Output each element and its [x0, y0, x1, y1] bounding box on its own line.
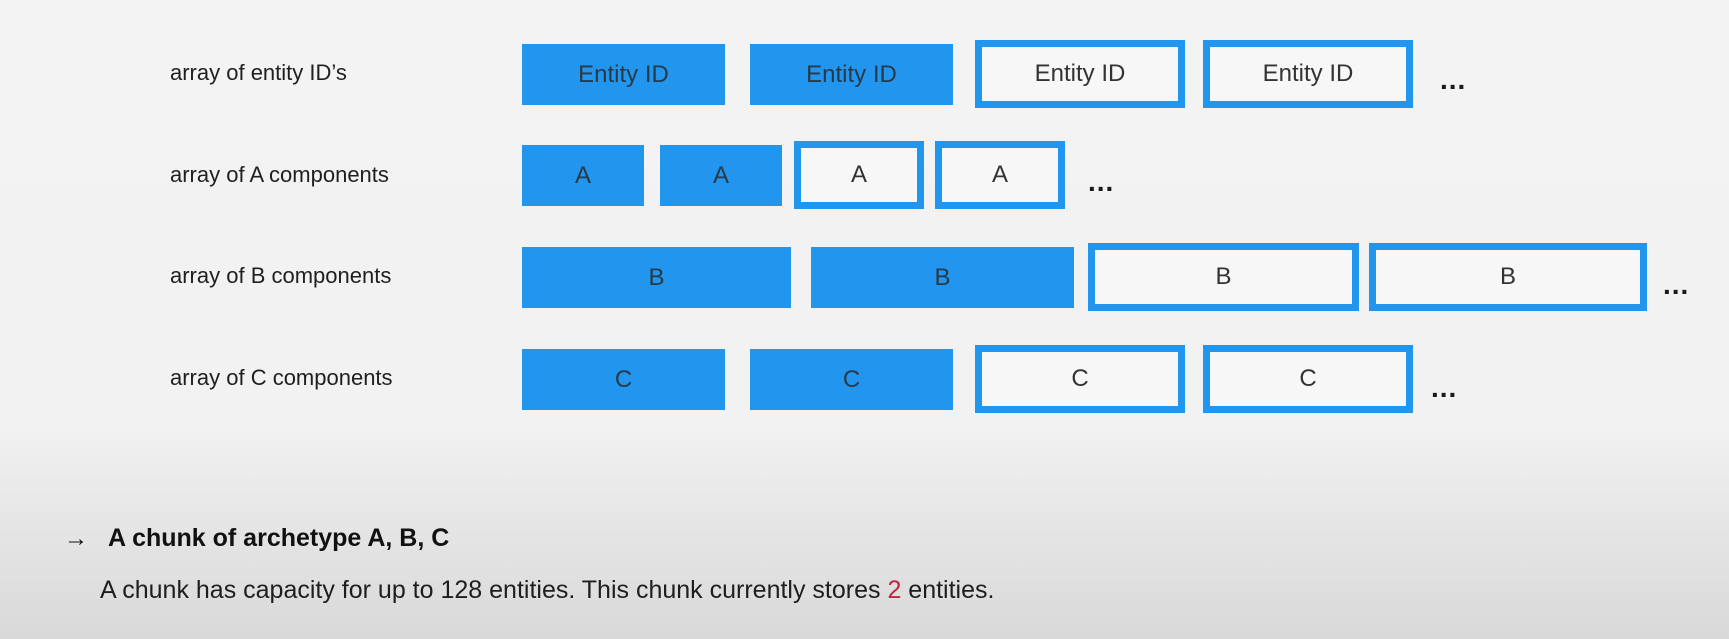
cell-label: B: [648, 263, 665, 291]
chunk-description-suffix: entities.: [901, 576, 995, 604]
chunk-heading: → A chunk of archetype A, B, C: [64, 524, 449, 553]
b-component-cell: B: [811, 247, 1074, 308]
row-ellipsis: ...: [1663, 269, 1690, 300]
cell-label: Entity ID: [578, 60, 669, 88]
chunk-heading-text: A chunk of archetype A, B, C: [108, 524, 450, 552]
cell-label: Entity ID: [1034, 60, 1126, 87]
b-component-cell-empty: B: [1088, 243, 1359, 311]
cell-label: A: [850, 161, 867, 188]
a-component-cell-empty: A: [794, 141, 924, 209]
cell-label: A: [712, 161, 729, 189]
cell-label: C: [842, 365, 861, 393]
entity-id-cell: Entity ID: [522, 44, 725, 105]
chunk-description: A chunk has capacity for up to 128 entit…: [100, 576, 994, 605]
chunk-description-text: A chunk has capacity for up to 128 entit…: [100, 576, 888, 604]
entity-id-cell-empty: Entity ID: [1203, 40, 1413, 108]
c-component-cell-empty: C: [975, 345, 1185, 413]
row-label-c-components: array of C components: [170, 365, 393, 390]
c-component-cell-empty: C: [1203, 345, 1413, 413]
c-component-cell: C: [750, 349, 953, 410]
cell-label: A: [574, 161, 591, 189]
row-ellipsis: ...: [1431, 372, 1458, 403]
cell-label: B: [1215, 263, 1232, 290]
arrow-right-icon: →: [64, 524, 88, 552]
cell-label: C: [614, 365, 633, 393]
entity-id-cell: Entity ID: [750, 44, 953, 105]
entity-id-cell-empty: Entity ID: [975, 40, 1185, 108]
b-component-cell-empty: B: [1369, 243, 1647, 311]
c-component-cell: C: [522, 349, 725, 410]
a-component-cell-empty: A: [935, 141, 1065, 209]
row-label-a-components: array of A components: [170, 162, 389, 187]
a-component-cell: A: [522, 145, 644, 206]
row-ellipsis: ...: [1440, 64, 1467, 95]
cell-label: Entity ID: [806, 60, 897, 88]
cell-label: C: [1071, 365, 1089, 392]
row-label-b-components: array of B components: [170, 263, 392, 288]
b-component-cell: B: [522, 247, 791, 308]
row-ellipsis: ...: [1088, 166, 1115, 197]
cell-label: B: [934, 263, 951, 291]
cell-label: A: [991, 161, 1008, 188]
row-label-entity-ids: array of entity ID’s: [170, 60, 347, 85]
cell-label: B: [1499, 263, 1516, 290]
cell-label: C: [1299, 365, 1317, 392]
entity-count: 2: [887, 576, 902, 604]
a-component-cell: A: [660, 145, 782, 206]
cell-label: Entity ID: [1262, 60, 1354, 87]
